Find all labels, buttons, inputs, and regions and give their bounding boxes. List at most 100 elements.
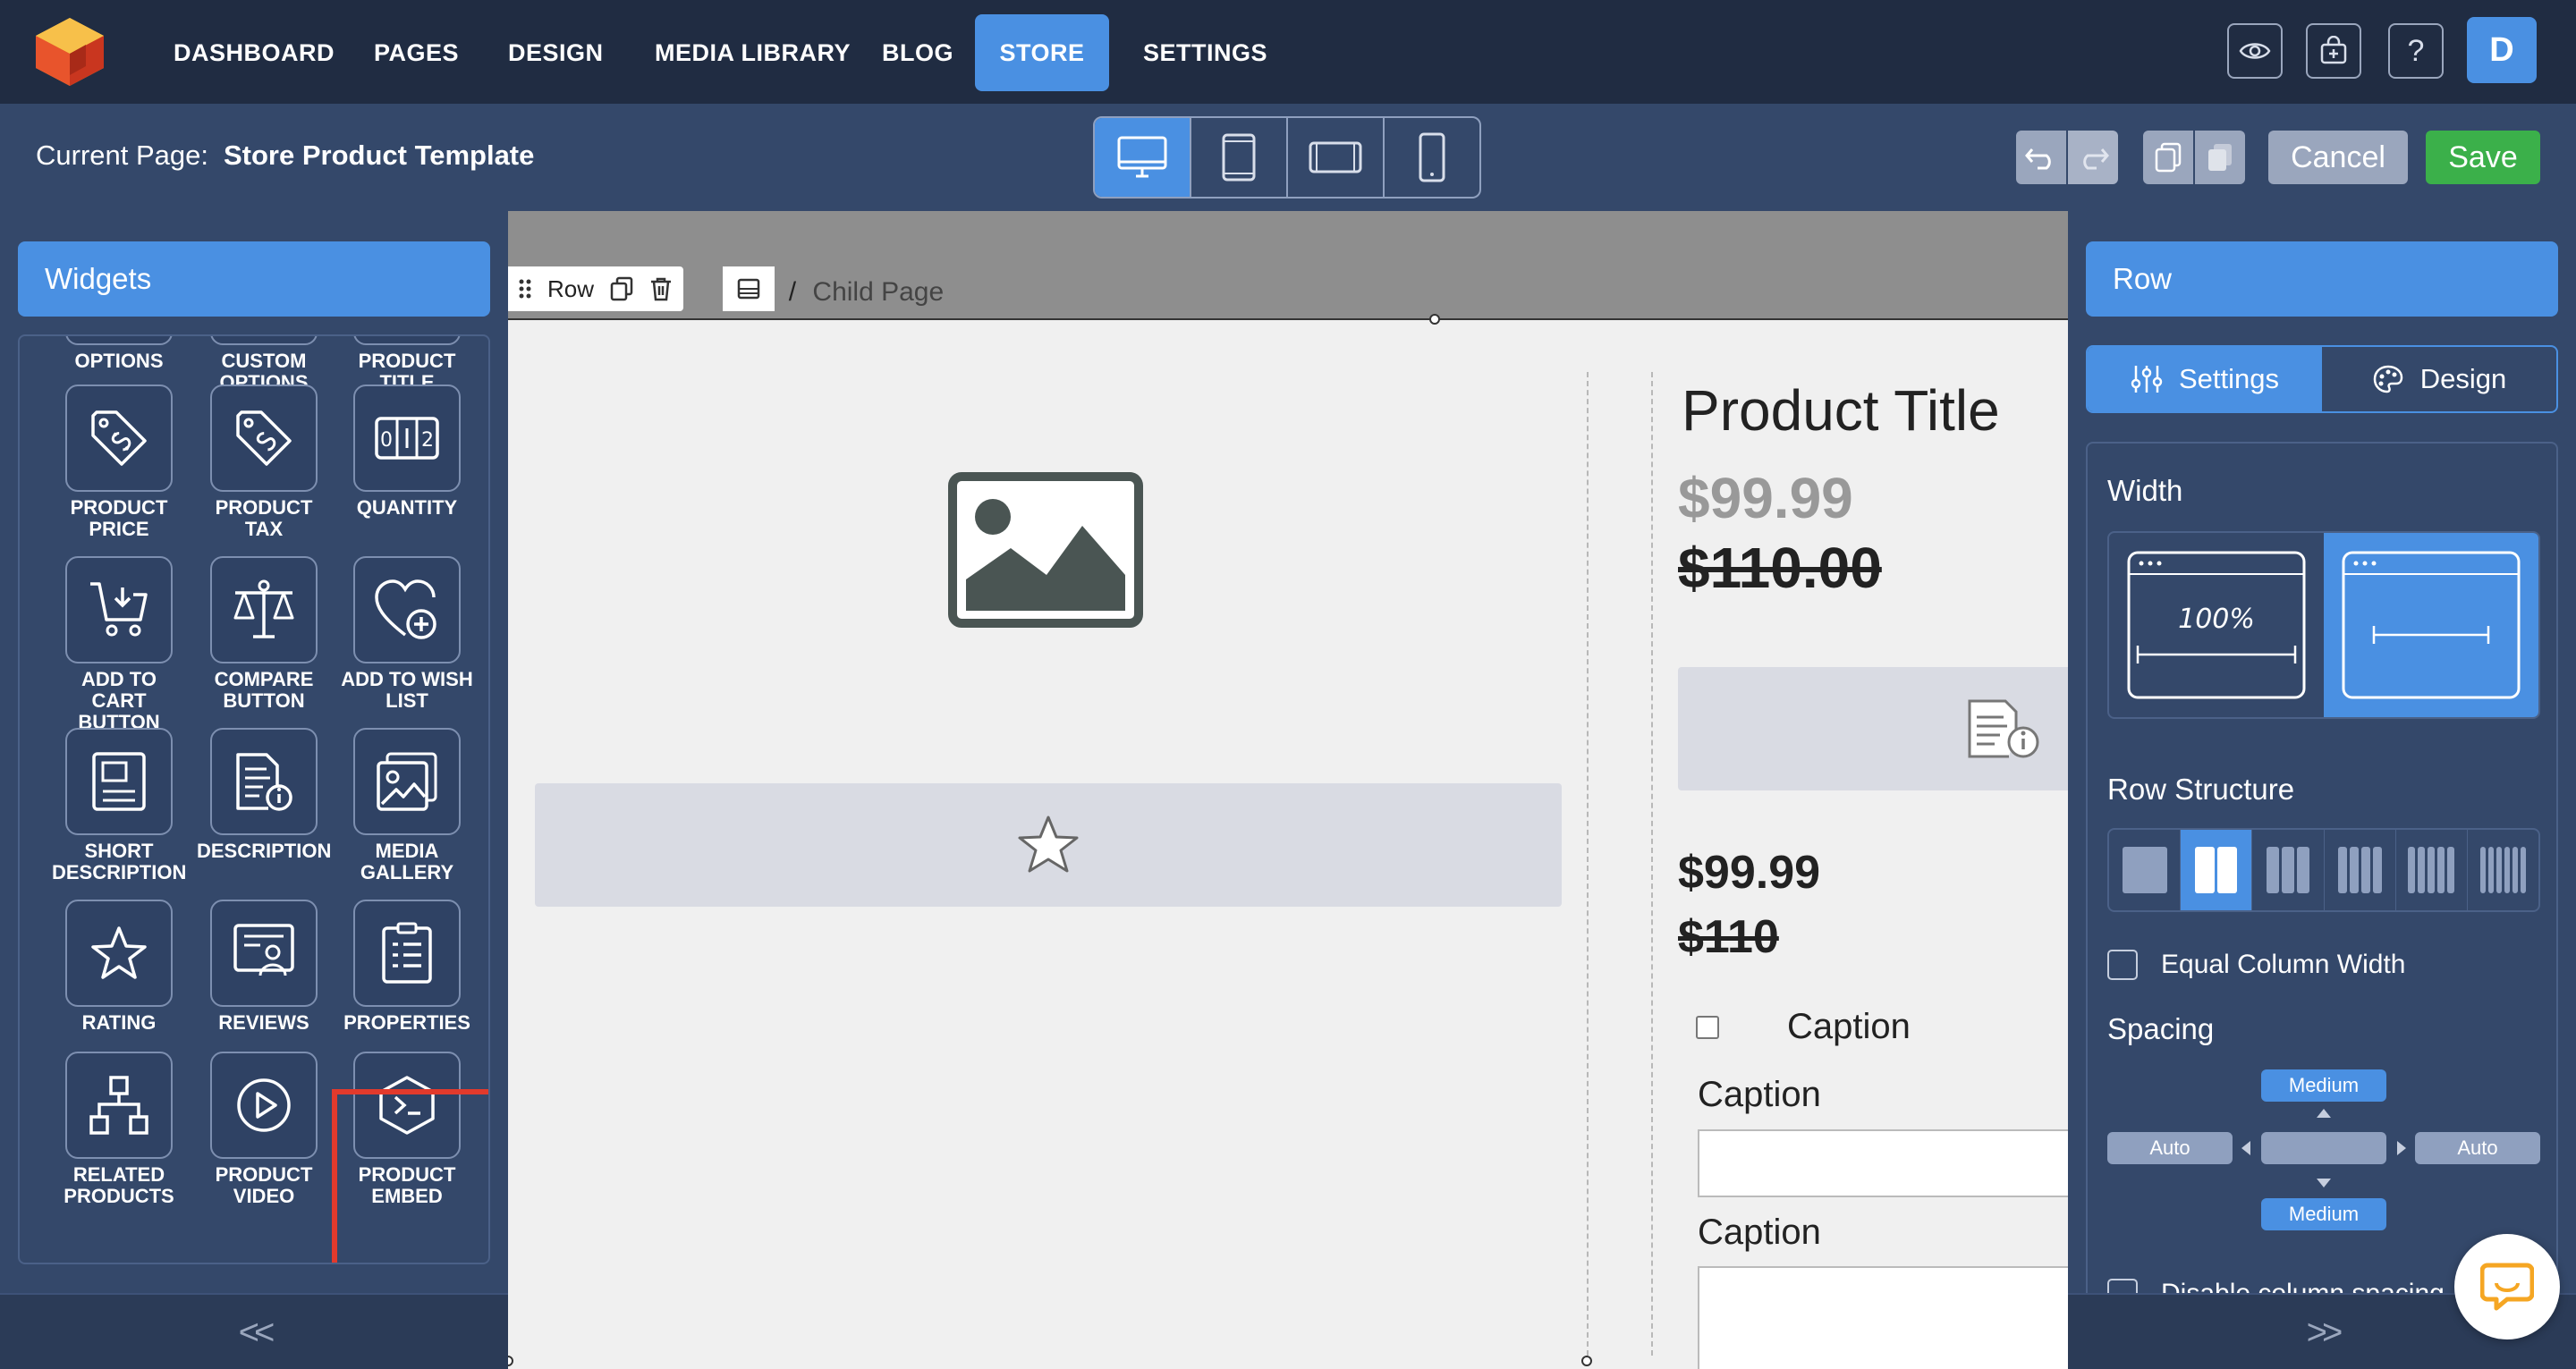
chat-support-button[interactable]: [2454, 1234, 2560, 1339]
structure-6-columns[interactable]: [2468, 830, 2538, 910]
nav-blog[interactable]: BLOG: [864, 14, 971, 91]
delete-icon[interactable]: [649, 276, 673, 301]
product-price: $99.99: [1678, 466, 1853, 530]
widget-options[interactable]: OPTIONS: [52, 336, 186, 372]
widget-rating[interactable]: RATING: [52, 900, 186, 1034]
quantity-counter-icon: 02: [375, 417, 439, 460]
widget-related-products[interactable]: RELATED PRODUCTS: [52, 1052, 186, 1207]
svg-text:0: 0: [380, 429, 393, 452]
widget-product-price[interactable]: PRODUCT PRICE: [52, 385, 186, 540]
tablet-landscape-view-button[interactable]: [1288, 118, 1385, 197]
star-icon: [1018, 815, 1079, 873]
cancel-button[interactable]: Cancel: [2268, 131, 2408, 184]
equal-column-width-checkbox[interactable]: [2107, 950, 2138, 980]
resize-handle-bottom-mid[interactable]: [1581, 1356, 1592, 1366]
boxed-width-icon: [2342, 551, 2521, 699]
resize-handle-bottom-left[interactable]: [508, 1356, 513, 1366]
column-structure-button[interactable]: [723, 266, 775, 311]
option-text-input[interactable]: [1698, 1129, 2068, 1197]
product-old-price-small: $110: [1678, 911, 1779, 963]
widget-description[interactable]: DESCRIPTION: [197, 728, 331, 862]
widget-product-video[interactable]: PRODUCT VIDEO: [197, 1052, 331, 1207]
image-placeholder-icon[interactable]: [948, 472, 1143, 628]
structure-5-columns[interactable]: [2396, 830, 2468, 910]
description-icon: [236, 753, 292, 811]
product-title[interactable]: Product Title: [1682, 377, 2000, 444]
current-page-label: Current Page:: [36, 139, 208, 171]
tab-settings[interactable]: Settings: [2088, 347, 2322, 411]
nav-media-library[interactable]: MEDIA LIBRARY: [637, 14, 869, 91]
spacing-left[interactable]: Auto: [2107, 1132, 2233, 1164]
mobile-view-button[interactable]: [1385, 118, 1479, 197]
structure-1-column[interactable]: [2109, 830, 2182, 910]
settings-header: Row: [2086, 241, 2558, 317]
width-full-option[interactable]: 100%: [2109, 533, 2324, 717]
nav-settings[interactable]: SETTINGS: [1125, 14, 1285, 91]
store-bag-icon[interactable]: [2306, 23, 2361, 79]
duplicate-icon[interactable]: [610, 276, 633, 301]
structure-3-columns[interactable]: [2252, 830, 2325, 910]
width-options: 100%: [2107, 531, 2540, 719]
nav-store[interactable]: STORE: [975, 14, 1109, 91]
widget-product-tax[interactable]: PRODUCT TAX: [197, 385, 331, 540]
nav-dashboard[interactable]: DASHBOARD: [156, 14, 352, 91]
widget-reviews[interactable]: REVIEWS: [197, 900, 331, 1034]
widget-short-description[interactable]: SHORT DESCRIPTION: [52, 728, 186, 883]
row-settings-box: Width 100% Row Structure Equal Column Wi…: [2086, 442, 2558, 1336]
copy-button[interactable]: [2143, 131, 2193, 184]
width-boxed-option[interactable]: [2324, 533, 2538, 717]
logo-icon[interactable]: [32, 16, 107, 88]
nav-pages[interactable]: PAGES: [356, 14, 477, 91]
star-icon: [91, 926, 147, 979]
rating-widget[interactable]: [535, 783, 1562, 907]
tablet-landscape-icon: [1309, 141, 1362, 173]
page-canvas[interactable]: ge / Child Page Row Product Title $99.99…: [508, 211, 2068, 1369]
product-old-price: $110.00: [1678, 536, 1882, 600]
structure-2-columns[interactable]: [2181, 830, 2253, 910]
row-structure-options: [2107, 828, 2540, 912]
paste-button[interactable]: [2195, 131, 2245, 184]
widget-compare[interactable]: COMPARE BUTTON: [197, 556, 331, 712]
settings-tabs: Settings Design: [2086, 345, 2558, 413]
columns-icon: [737, 278, 760, 300]
redo-button[interactable]: [2068, 131, 2118, 184]
full-width-icon: 100%: [2127, 551, 2306, 699]
option-textarea[interactable]: [1698, 1266, 2068, 1369]
widget-add-to-cart[interactable]: ADD TO CART BUTTON: [52, 556, 186, 733]
tab-design[interactable]: Design: [2322, 347, 2556, 411]
nav-design[interactable]: DESIGN: [490, 14, 622, 91]
option-checkbox[interactable]: [1696, 1016, 1719, 1039]
device-switcher: [1093, 116, 1481, 199]
widget-quantity[interactable]: 02 QUANTITY: [340, 385, 474, 519]
chat-bubble-icon: [2480, 1263, 2534, 1311]
spacing-title: Spacing: [2107, 1012, 2215, 1045]
save-button[interactable]: Save: [2426, 131, 2540, 184]
resize-handle-top[interactable]: [1429, 314, 1440, 325]
help-icon[interactable]: ?: [2388, 23, 2444, 79]
row-selection-line: [508, 318, 2068, 320]
tax-tag-icon: [236, 410, 292, 466]
user-avatar[interactable]: D: [2467, 17, 2537, 83]
widget-media-gallery[interactable]: MEDIA GALLERY: [340, 728, 474, 883]
spacing-right[interactable]: Auto: [2415, 1132, 2540, 1164]
widget-add-to-wish-list[interactable]: ADD TO WISH LIST: [340, 556, 474, 712]
spacing-top[interactable]: Medium: [2261, 1069, 2386, 1102]
media-gallery-icon: [377, 752, 437, 811]
properties-icon: [382, 922, 432, 984]
undo-button[interactable]: [2016, 131, 2066, 184]
structure-4-columns[interactable]: [2325, 830, 2396, 910]
drag-handle-icon[interactable]: [519, 278, 531, 300]
width-title: Width: [2107, 474, 2183, 507]
video-icon: [237, 1078, 291, 1132]
collapse-left-panel-button[interactable]: <<: [0, 1293, 508, 1369]
row-structure-title: Row Structure: [2107, 773, 2295, 806]
editor-toolbar: Current Page: Store Product Template Can…: [0, 104, 2576, 211]
heart-plus-icon: [375, 579, 436, 639]
breadcrumb-child[interactable]: Child Page: [812, 277, 944, 307]
desktop-view-button[interactable]: [1095, 118, 1191, 197]
description-widget[interactable]: [1678, 667, 2068, 790]
tablet-portrait-view-button[interactable]: [1191, 118, 1288, 197]
widget-properties[interactable]: PROPERTIES: [340, 900, 474, 1034]
spacing-bottom[interactable]: Medium: [2261, 1198, 2386, 1230]
preview-eye-icon[interactable]: [2227, 23, 2283, 79]
